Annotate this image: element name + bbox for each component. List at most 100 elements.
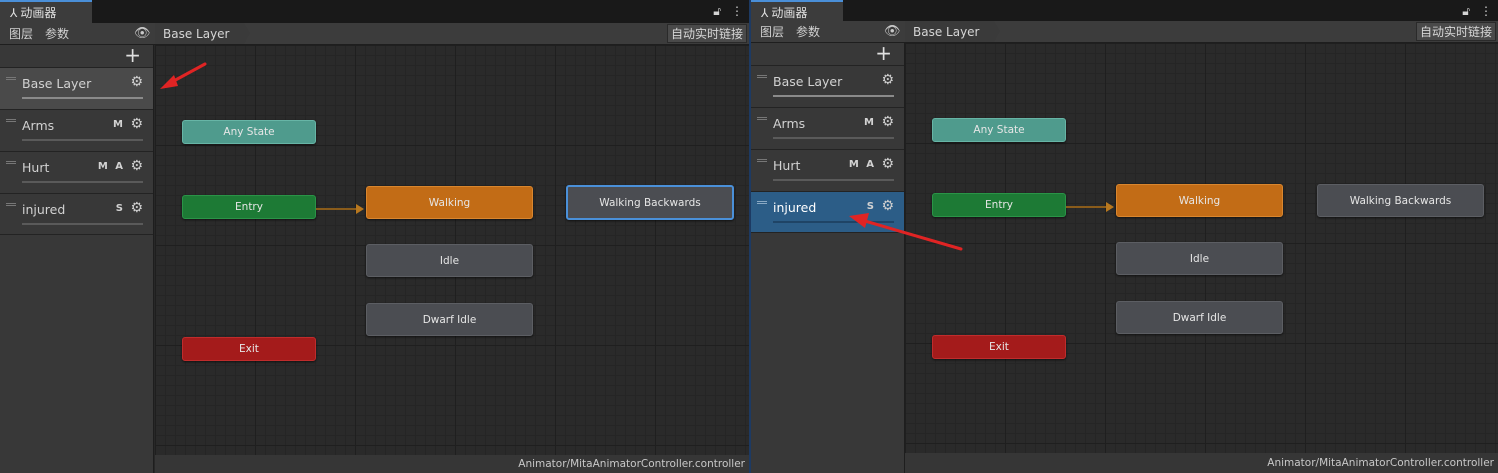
drag-handle-icon[interactable]: [757, 201, 767, 204]
layers-sidebar: + Base Layer ⚙ Arms M ⚙ Hurt M A ⚙ injur…: [0, 45, 154, 473]
drag-handle-icon[interactable]: [6, 161, 16, 164]
tab-parameters[interactable]: 参数: [796, 21, 820, 42]
gear-icon[interactable]: ⚙: [130, 158, 143, 174]
tab-bar: ⅄ 动画器 🔓︎ ⋮: [751, 0, 1498, 23]
gear-icon[interactable]: ⚙: [881, 114, 894, 130]
layer-item-hurt[interactable]: Hurt M A ⚙: [751, 149, 904, 191]
animator-toolbar: 图层 参数 👁︎ Base Layer 自动实时链接: [751, 21, 1498, 43]
state-idle[interactable]: Idle: [1116, 242, 1283, 275]
layer-flags: M A: [848, 159, 876, 170]
controller-path: Animator/MitaAnimatorController.controll…: [1267, 457, 1494, 469]
status-bar: Animator/MitaAnimatorController.controll…: [155, 455, 749, 473]
add-layer-button[interactable]: +: [124, 45, 141, 65]
gear-icon[interactable]: ⚙: [881, 72, 894, 88]
state-walking-backwards[interactable]: Walking Backwards: [1317, 184, 1484, 217]
drag-handle-icon[interactable]: [757, 117, 767, 120]
gear-icon[interactable]: ⚙: [881, 198, 894, 214]
tab-layers[interactable]: 图层: [9, 23, 33, 44]
gear-icon[interactable]: ⚙: [130, 116, 143, 132]
lock-icon[interactable]: 🔓︎: [713, 4, 721, 19]
state-entry[interactable]: Entry: [182, 195, 316, 219]
layer-item-arms[interactable]: Arms M ⚙: [0, 109, 153, 151]
tab-actions: 🔓︎ ⋮: [1462, 4, 1492, 19]
animator-toolbar: 图层 参数 👁︎ Base Layer 自动实时链接: [0, 23, 749, 45]
state-machine-graph[interactable]: Any State Entry Walking Walking Backward…: [155, 45, 749, 455]
animator-tab[interactable]: ⅄ 动画器: [751, 0, 843, 23]
layers-sidebar: + Base Layer ⚙ Arms M ⚙ Hurt M A ⚙ injur…: [751, 43, 905, 473]
layer-name: Base Layer: [22, 76, 92, 91]
state-dwarf-idle[interactable]: Dwarf Idle: [1116, 301, 1283, 334]
layer-name: Hurt: [22, 160, 50, 175]
kebab-menu-icon[interactable]: ⋮: [1480, 4, 1492, 19]
layer-name: injured: [22, 202, 66, 217]
layer-flags: M A: [97, 161, 125, 172]
lock-icon[interactable]: 🔓︎: [1462, 4, 1470, 19]
state-exit[interactable]: Exit: [932, 335, 1066, 359]
eye-icon[interactable]: 👁︎: [134, 26, 151, 41]
controller-path: Animator/MitaAnimatorController.controll…: [518, 458, 745, 470]
layer-name: Arms: [22, 118, 55, 133]
auto-live-link-button[interactable]: 自动实时链接: [666, 24, 747, 43]
layer-weight-bar: [22, 97, 143, 99]
drag-handle-icon[interactable]: [757, 159, 767, 162]
tab-bar: ⅄ 动画器 🔓︎ ⋮: [0, 0, 749, 23]
animator-icon: ⅄: [761, 5, 769, 20]
state-idle[interactable]: Idle: [366, 244, 533, 277]
transition-arrow[interactable]: [1066, 202, 1114, 212]
state-entry[interactable]: Entry: [932, 193, 1066, 217]
tab-parameters[interactable]: 参数: [45, 23, 69, 44]
layer-flags: M: [113, 119, 125, 130]
layer-weight-bar: [22, 181, 143, 183]
layer-weight-bar: [773, 95, 894, 97]
layer-name: Base Layer: [773, 74, 843, 89]
gear-icon[interactable]: ⚙: [881, 156, 894, 172]
layer-item-hurt[interactable]: Hurt M A ⚙: [0, 151, 153, 193]
layer-weight-bar: [22, 139, 143, 141]
tab-layers[interactable]: 图层: [760, 21, 784, 42]
drag-handle-icon[interactable]: [6, 77, 16, 80]
animator-tab[interactable]: ⅄ 动画器: [0, 0, 92, 23]
layer-flags: S: [115, 203, 125, 214]
layer-weight-bar: [773, 179, 894, 181]
state-any-state[interactable]: Any State: [932, 118, 1066, 142]
layer-flags: S: [866, 201, 876, 212]
kebab-menu-icon[interactable]: ⋮: [731, 4, 743, 19]
layer-weight-bar: [773, 137, 894, 139]
layer-item-injured[interactable]: injured S ⚙: [751, 191, 904, 233]
drag-handle-icon[interactable]: [757, 75, 767, 78]
state-walking-backwards[interactable]: Walking Backwards: [566, 185, 734, 220]
status-bar: Animator/MitaAnimatorController.controll…: [905, 453, 1498, 473]
layer-name: injured: [773, 200, 817, 215]
state-any-state[interactable]: Any State: [182, 120, 316, 144]
add-layer-button[interactable]: +: [875, 43, 892, 63]
drag-handle-icon[interactable]: [6, 203, 16, 206]
layer-item-base-layer[interactable]: Base Layer ⚙: [751, 65, 904, 107]
tab-actions: 🔓︎ ⋮: [713, 4, 743, 19]
layer-name: Hurt: [773, 158, 801, 173]
state-exit[interactable]: Exit: [182, 337, 316, 361]
breadcrumb[interactable]: Base Layer: [155, 23, 249, 44]
eye-icon[interactable]: 👁︎: [884, 24, 901, 39]
tab-title: 动画器: [20, 6, 57, 20]
tab-title: 动画器: [771, 6, 808, 20]
animator-panel-left: ⅄ 动画器 🔓︎ ⋮ 图层 参数 👁︎ Base Layer 自动实时链接 + …: [0, 0, 749, 473]
animator-panel-right: ⅄ 动画器 🔓︎ ⋮ 图层 参数 👁︎ Base Layer 自动实时链接 + …: [751, 0, 1498, 473]
state-machine-graph[interactable]: Any State Entry Walking Walking Backward…: [905, 43, 1498, 453]
animator-icon: ⅄: [10, 5, 18, 20]
layer-flags: M: [864, 117, 876, 128]
breadcrumb[interactable]: Base Layer: [905, 21, 999, 42]
layer-item-arms[interactable]: Arms M ⚙: [751, 107, 904, 149]
layer-name: Arms: [773, 116, 806, 131]
state-dwarf-idle[interactable]: Dwarf Idle: [366, 303, 533, 336]
transition-arrow[interactable]: [316, 204, 364, 214]
state-walking[interactable]: Walking: [1116, 184, 1283, 217]
layer-weight-bar: [773, 221, 894, 223]
gear-icon[interactable]: ⚙: [130, 74, 143, 90]
state-walking[interactable]: Walking: [366, 186, 533, 219]
layer-item-injured[interactable]: injured S ⚙: [0, 193, 153, 235]
layer-weight-bar: [22, 223, 143, 225]
drag-handle-icon[interactable]: [6, 119, 16, 122]
gear-icon[interactable]: ⚙: [130, 200, 143, 216]
auto-live-link-button[interactable]: 自动实时链接: [1415, 22, 1496, 41]
layer-item-base-layer[interactable]: Base Layer ⚙: [0, 67, 153, 109]
